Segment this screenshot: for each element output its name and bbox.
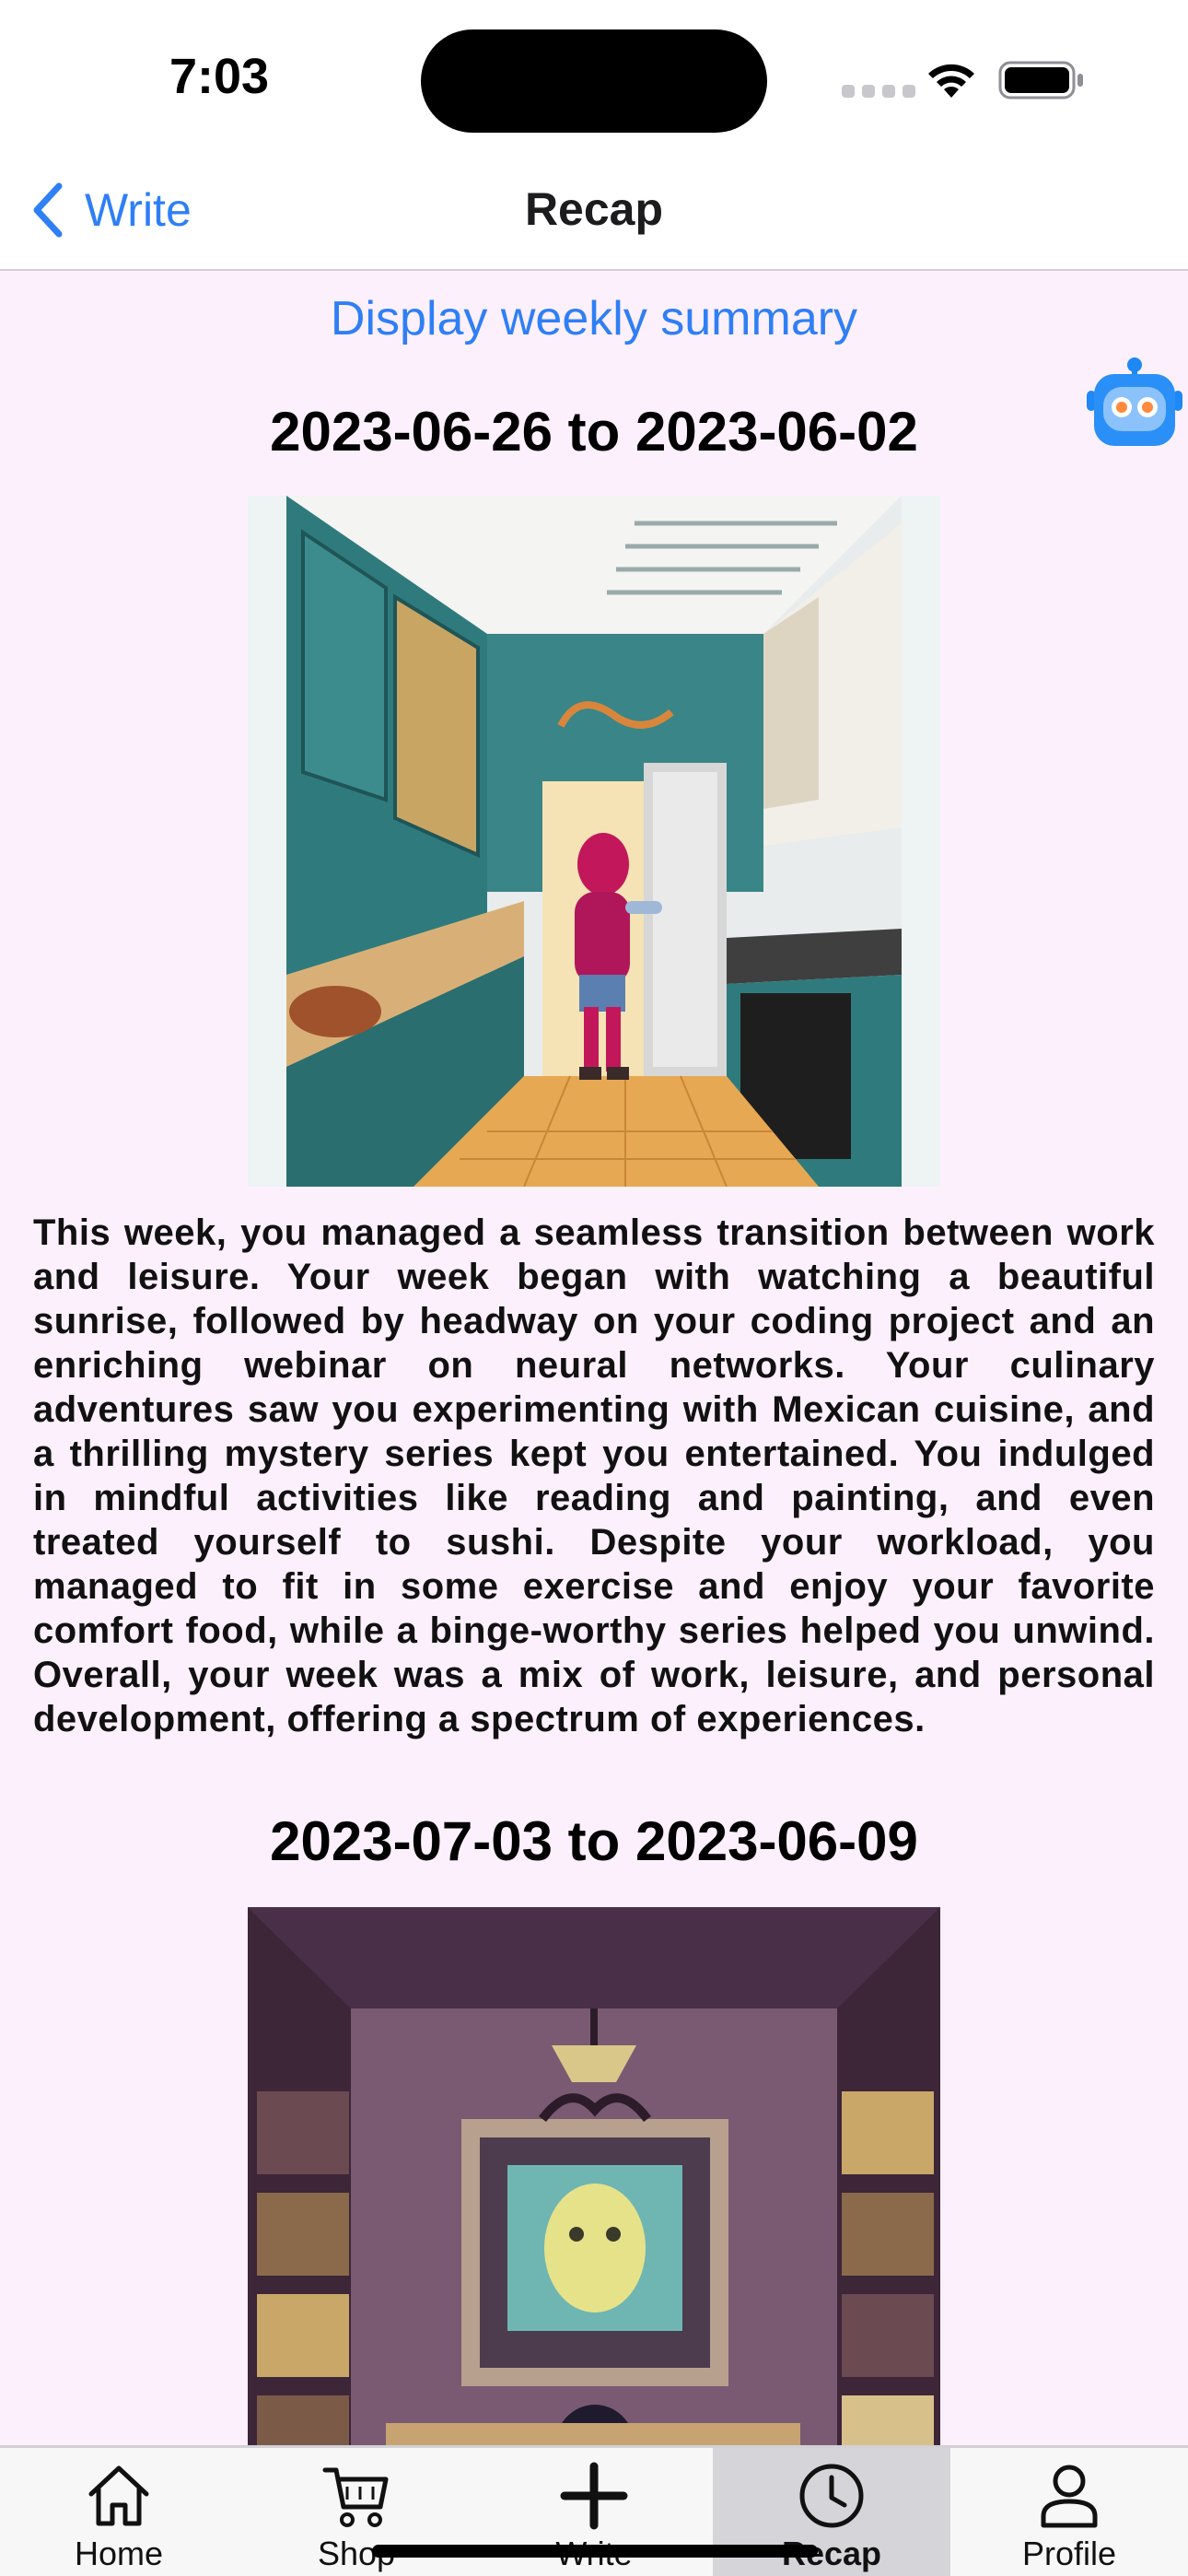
status-bar: 7:03	[0, 0, 1188, 157]
tab-label: Home	[74, 2535, 164, 2572]
display-weekly-summary-link[interactable]: Display weekly summary	[0, 291, 1188, 346]
tab-label: Profile	[1021, 2535, 1117, 2572]
status-time: 7:03	[169, 49, 270, 104]
kitchen-illustration-image	[248, 496, 940, 1187]
week-summary-text: This week, you managed a seamless transi…	[33, 1212, 1155, 1739]
cellular-signal-icon	[842, 85, 915, 98]
battery-icon	[998, 61, 1083, 100]
house-icon	[88, 2465, 149, 2526]
clock-icon	[799, 2464, 864, 2528]
recap-scroll-area[interactable]: Display weekly summary 2023-06-26 to 202…	[0, 271, 1188, 2445]
home-indicator	[372, 2545, 818, 2558]
wifi-icon	[928, 64, 974, 98]
tab-home[interactable]: Home	[0, 2448, 238, 2576]
plus-icon	[560, 2462, 628, 2530]
tab-profile[interactable]: Profile	[950, 2448, 1188, 2576]
week-date-range: 2023-07-03 to 2023-06-09	[270, 1810, 918, 1872]
person-icon	[1041, 2465, 1098, 2528]
study-room-illustration-image	[248, 1907, 940, 2445]
page-title: Recap	[524, 183, 664, 235]
week-date-range: 2023-06-26 to 2023-06-02	[270, 401, 918, 463]
dynamic-island	[421, 29, 767, 133]
navigation-bar: Write Recap	[0, 157, 1188, 271]
cart-icon	[322, 2467, 389, 2527]
